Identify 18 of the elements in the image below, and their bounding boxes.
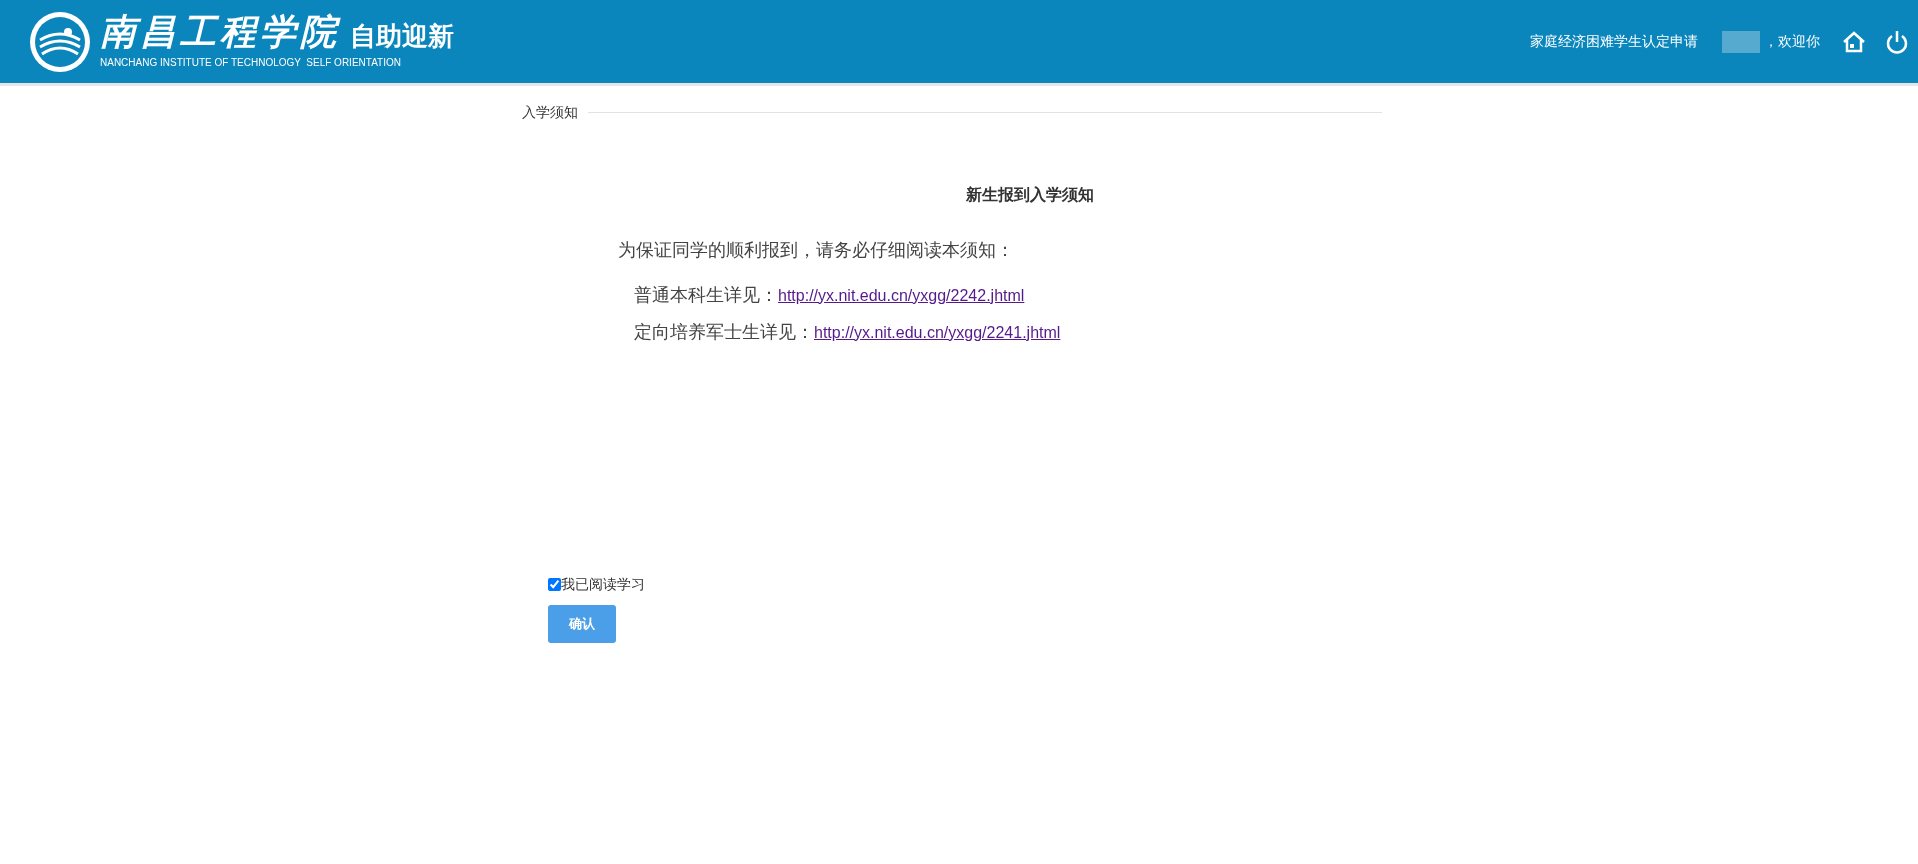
logo-subtitle: 自助迎新 <box>350 23 454 49</box>
notice-link[interactable]: http://yx.nit.edu.cn/yxgg/2241.jhtml <box>814 320 1061 345</box>
notice-title: 新生报到入学须知 <box>966 185 1094 204</box>
agreement-label: 我已阅读学习 <box>561 575 645 594</box>
welcome-text: ，欢迎你 <box>1764 32 1820 51</box>
notice-intro: 为保证同学的顺利报到，请务必仔细阅读本须知： <box>618 240 1014 260</box>
agreement-checkbox[interactable] <box>548 578 561 591</box>
link-label: 普通本科生详见： <box>634 284 778 307</box>
nav-link[interactable]: 家庭经济困难学生认定申请 <box>1530 31 1698 52</box>
section-legend: 入学须知 <box>522 102 578 123</box>
school-emblem-icon <box>28 9 92 74</box>
link-label: 定向培养军士生详见： <box>634 321 814 344</box>
username-placeholder <box>1722 30 1760 53</box>
notice-link[interactable]: http://yx.nit.edu.cn/yxgg/2242.jhtml <box>778 283 1025 308</box>
power-icon[interactable] <box>1886 29 1908 54</box>
home-icon[interactable] <box>1842 30 1866 53</box>
logo-title: 南昌工程学院 <box>100 13 340 49</box>
logo-english: NANCHANG INSTITUTE OF TECHNOLOGY SELF ORIENTATION <box>100 56 402 70</box>
